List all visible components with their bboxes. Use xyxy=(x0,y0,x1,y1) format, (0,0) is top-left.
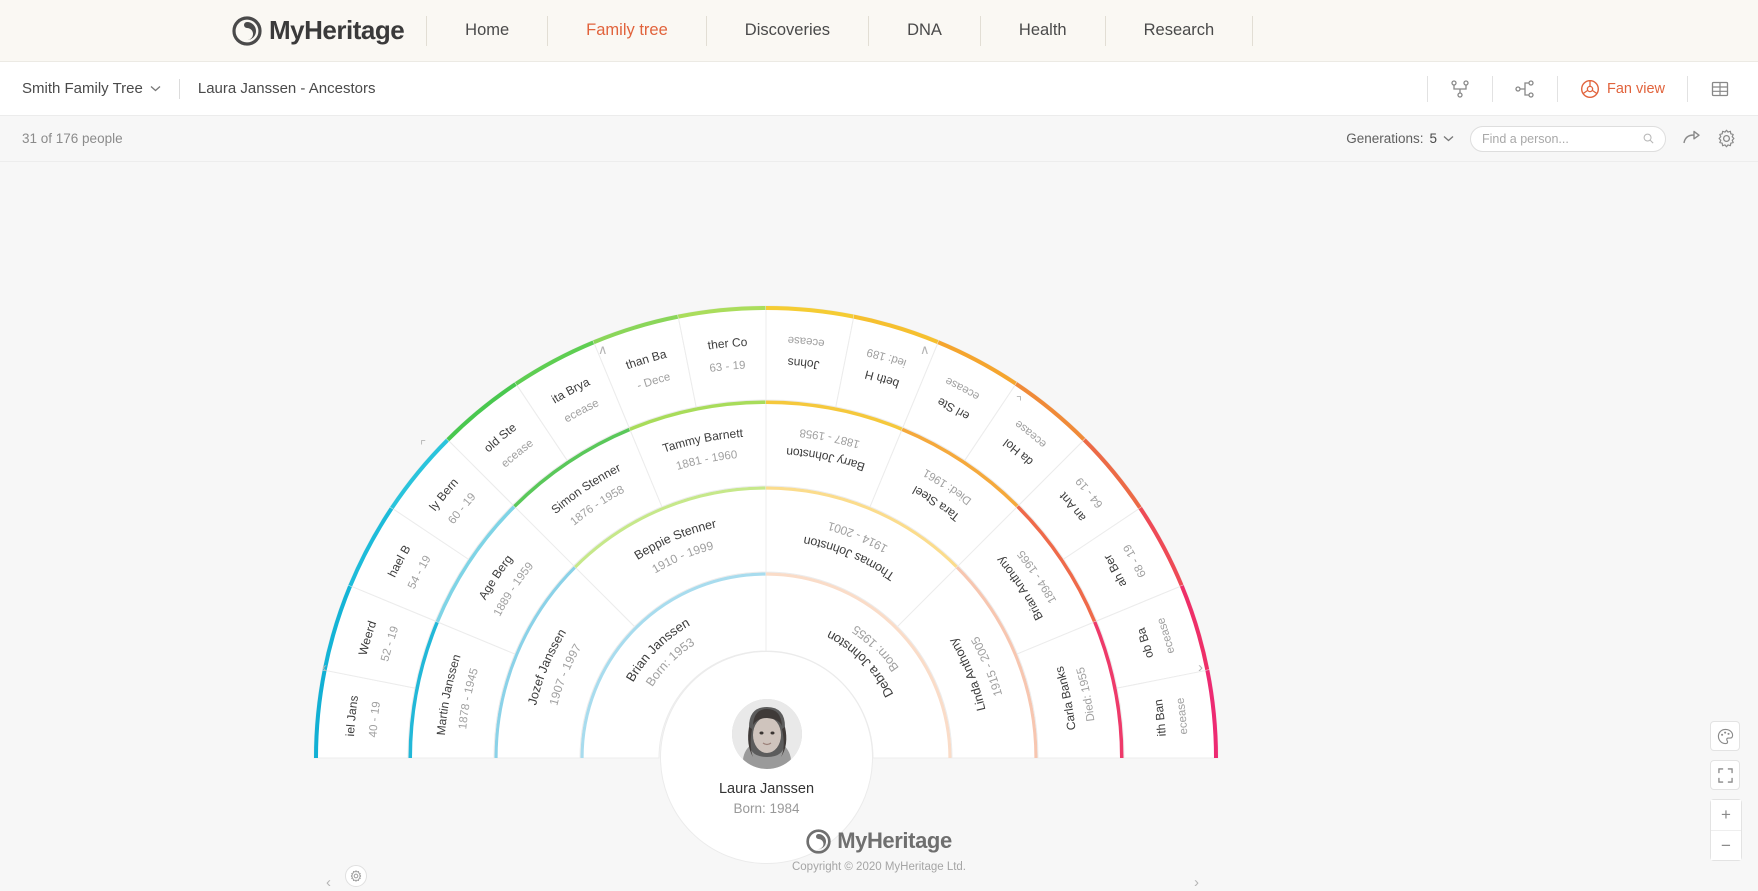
tree-selector[interactable]: Smith Family Tree xyxy=(22,80,161,97)
fan-segment[interactable]: Harold StennerDeceased xyxy=(0,162,568,506)
toolbar-divider xyxy=(1491,75,1493,102)
fan-segment[interactable]: Sarah Weerdenburg1852 - 1914 xyxy=(0,162,436,689)
fan-chart: Brian JanssenBorn: 1953Debra JohnstonBor… xyxy=(0,162,1219,759)
gear-icon xyxy=(1718,129,1735,148)
nav-arrow-right[interactable]: › xyxy=(1198,659,1203,676)
generations-selector[interactable]: Generations: 5 xyxy=(1346,131,1454,146)
nav-link-home[interactable]: Home xyxy=(427,0,547,61)
fan-view-icon xyxy=(1580,79,1599,98)
person-name: Harold Stenner xyxy=(0,162,519,455)
breadcrumb-bar: Smith Family Tree Laura Janssen - Ancest… xyxy=(0,62,1758,116)
nav-arrow-bottom-left[interactable]: ‹ xyxy=(326,874,331,891)
fan-view-button[interactable]: Fan view xyxy=(1574,79,1671,99)
palette-icon xyxy=(1717,728,1733,744)
person-dates: 1854 - 1911 xyxy=(0,162,434,591)
list-view-icon xyxy=(1711,81,1729,96)
tree-name-label: Smith Family Tree xyxy=(22,80,143,97)
avatar xyxy=(731,699,802,769)
watermark-brand: MyHeritage xyxy=(837,828,952,853)
search-box[interactable] xyxy=(1470,125,1666,152)
family-view-button[interactable] xyxy=(1509,79,1541,99)
person-dates: 1852 - 1914 xyxy=(0,162,401,663)
fan-view-label: Fan view xyxy=(1606,80,1665,97)
zoom-controls: + − xyxy=(1710,799,1742,861)
toolbar-right-group: Generations: 5 xyxy=(1346,125,1736,152)
palette-button[interactable] xyxy=(1710,721,1740,751)
fan-segment[interactable]: Michael Berg1854 - 1911 xyxy=(0,162,470,622)
nav-link-health[interactable]: Health xyxy=(981,0,1105,61)
person-name: Sarah Weerdenburg xyxy=(0,162,379,657)
nav-arrow-top-left-corner[interactable]: ⌜ xyxy=(420,438,426,454)
generations-label: Generations: xyxy=(1346,131,1424,146)
pedigree-view-button[interactable] xyxy=(1444,79,1476,99)
nav-link-dna[interactable]: DNA xyxy=(869,0,980,61)
share-icon xyxy=(1683,130,1700,144)
person-name: Esther Cole xyxy=(0,162,748,353)
fan-segments-group: Brian JanssenBorn: 1953Debra JohnstonBor… xyxy=(0,162,1219,759)
person-name: Rita Bryan xyxy=(0,162,592,406)
people-count-label: 31 of 176 people xyxy=(22,131,123,146)
nav-links: Home Family tree Discoveries DNA Health … xyxy=(427,0,1254,61)
nav-arrow-top-right-corner[interactable]: ⌝ xyxy=(1016,394,1022,410)
chevron-down-icon xyxy=(1443,136,1454,142)
fan-segment[interactable]: Shelly Bernstein1860 - 1932 xyxy=(0,162,514,560)
view-switcher: Fan view xyxy=(1411,75,1736,102)
nav-arrow-top-right[interactable]: ∧ xyxy=(920,342,930,358)
person-name: Shelly Bernstein xyxy=(0,162,461,513)
person-name: Michael Berg xyxy=(0,162,413,579)
person-dates: 1860 - 1932 xyxy=(0,162,478,527)
myheritage-mark-icon xyxy=(232,15,262,46)
portrait-photo-icon xyxy=(731,699,802,769)
nav-link-research[interactable]: Research xyxy=(1106,0,1253,61)
page-title: Laura Janssen - Ancestors xyxy=(197,80,376,97)
zoom-out-button[interactable]: − xyxy=(1711,830,1741,860)
zoom-in-button[interactable]: + xyxy=(1711,800,1741,830)
nav-divider xyxy=(1252,15,1254,46)
generations-value: 5 xyxy=(1429,131,1437,146)
person-dates: 1840 - 1903 xyxy=(0,162,383,738)
settings-button[interactable] xyxy=(1717,129,1736,148)
root-person-dates: Born: 1984 xyxy=(733,801,800,816)
nav-link-family-tree[interactable]: Family tree xyxy=(548,0,706,61)
watermark: MyHeritage Copyright © 2020 MyHeritage L… xyxy=(0,828,1758,873)
family-view-icon xyxy=(1515,79,1534,98)
toolbar-divider xyxy=(1426,75,1428,102)
top-navigation: MyHeritage Home Family tree Discoveries … xyxy=(0,0,1758,62)
canvas-controls: + − xyxy=(1710,721,1742,861)
nav-arrow-left[interactable]: ‹ xyxy=(322,659,327,676)
breadcrumb-divider xyxy=(178,78,180,99)
nav-arrow-top-left[interactable]: ∧ xyxy=(598,342,608,358)
brand-text: MyHeritage xyxy=(269,15,405,45)
chevron-down-icon xyxy=(150,86,161,92)
watermark-brand-row: MyHeritage xyxy=(806,828,952,854)
fan-chart-canvas[interactable]: Brian Janssen Born: 1953 Debra Johnston Bor… xyxy=(0,162,1758,891)
search-input[interactable] xyxy=(1482,131,1643,146)
toolbar-divider xyxy=(1687,75,1688,102)
person-name: Daniel Janssen xyxy=(0,162,361,737)
list-view-button[interactable] xyxy=(1704,79,1736,99)
root-person-name: Laura Janssen xyxy=(718,781,815,797)
fullscreen-button[interactable] xyxy=(1710,760,1740,790)
watermark-copyright: Copyright © 2020 MyHeritage Ltd. xyxy=(791,861,967,873)
search-icon xyxy=(1643,133,1654,144)
fullscreen-icon xyxy=(1717,767,1733,783)
pedigree-view-icon xyxy=(1451,79,1469,98)
myheritage-logo[interactable]: MyHeritage xyxy=(232,15,405,46)
person-name: Jonathan Barnett xyxy=(0,162,668,372)
nav-arrow-bottom-right[interactable]: › xyxy=(1194,874,1199,891)
myheritage-mark-icon xyxy=(806,828,831,854)
toolbar-divider xyxy=(1556,75,1558,102)
nav-link-discoveries[interactable]: Discoveries xyxy=(707,0,868,61)
share-button[interactable] xyxy=(1682,129,1701,148)
person-dates: Deceased xyxy=(0,162,536,470)
chart-toolbar: 31 of 176 people Generations: 5 xyxy=(0,116,1758,162)
